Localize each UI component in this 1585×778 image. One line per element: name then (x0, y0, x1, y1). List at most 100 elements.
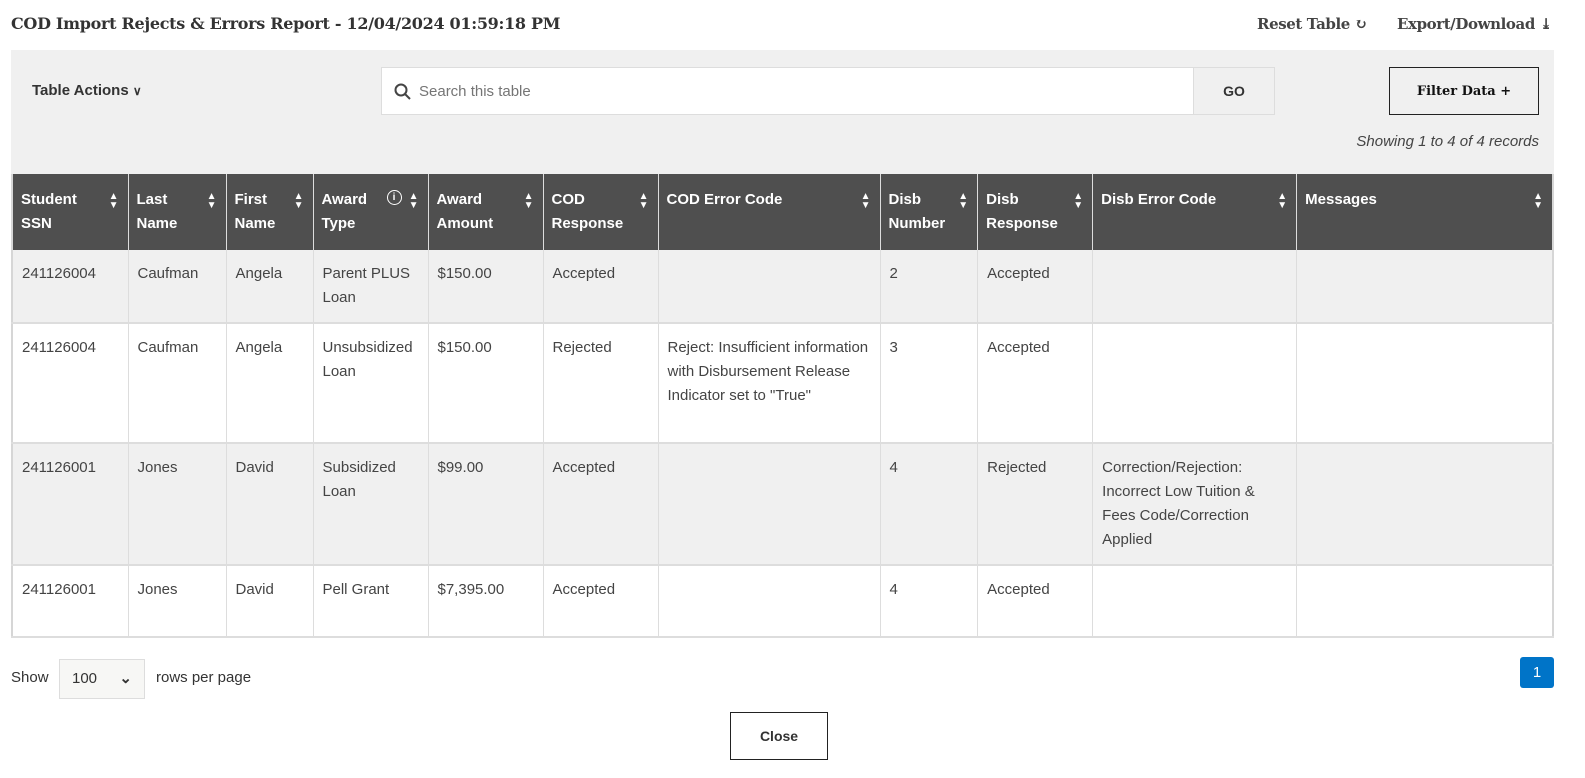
sort-icon[interactable]: ▲ ▼ (639, 192, 649, 211)
table-cell: $7,395.00 (427, 565, 543, 638)
sort-icon[interactable]: ▲ ▼ (1073, 192, 1083, 211)
reset-table-button[interactable]: Reset Table ↻ (1257, 15, 1367, 33)
column-header[interactable]: Disb Number ▲ ▼ (879, 174, 978, 250)
column-header-label: Messages (1305, 191, 1377, 208)
records-count: Showing 1 to 4 of 4 records (1356, 133, 1539, 150)
table-cell: 4 (879, 443, 978, 566)
chevron-down-icon: ⌄ (119, 670, 132, 687)
reset-table-label: Reset Table (1257, 15, 1350, 33)
table-cell: Rejected (542, 323, 658, 444)
rows-per-page-value: 100 (72, 670, 98, 687)
table-cell (1296, 250, 1553, 324)
sort-icon[interactable]: ▲ ▼ (294, 192, 304, 211)
sort-icon[interactable]: ▲ ▼ (1533, 192, 1543, 211)
close-button[interactable]: Close (730, 712, 828, 760)
table-cell: Accepted (542, 565, 658, 638)
column-header-label: COD Response (551, 191, 624, 232)
table-cell: Unsubsidized Loan (312, 323, 428, 444)
table-cell: Pell Grant (312, 565, 428, 638)
reset-icon: ↻ (1354, 15, 1368, 33)
page-title: COD Import Rejects & Errors Report - 12/… (11, 14, 561, 33)
table-cell: Accepted (542, 443, 658, 566)
table-cell (1092, 565, 1297, 638)
search-icon (394, 83, 411, 100)
chevron-down-icon: ∨ (132, 84, 142, 98)
table-cell: 2 (879, 250, 978, 324)
table-cell (1296, 565, 1553, 638)
column-header[interactable]: COD Response ▲ ▼ (542, 174, 658, 250)
rows-per-page-label: rows per page (156, 669, 252, 686)
sort-icon[interactable]: ▲ ▼ (958, 192, 968, 211)
show-label: Show (11, 669, 49, 686)
column-header[interactable]: COD Error Code ▲ ▼ (657, 174, 880, 250)
rows-per-page-select[interactable]: 100 ⌄ (59, 659, 145, 699)
table-cell: Caufman (127, 250, 226, 324)
table-cell (657, 443, 880, 566)
column-header-label: Disb Response (986, 191, 1058, 232)
sort-icon[interactable]: ▲ ▼ (207, 192, 217, 211)
sort-icon[interactable]: ▲ ▼ (861, 192, 871, 211)
table-row: 241126004 Caufman Angela Parent PLUS Loan $1… (11, 250, 1553, 324)
table-cell: Accepted (977, 565, 1093, 638)
table-actions-label: Table Actions (32, 82, 129, 99)
column-header[interactable]: Award Amount ▲ ▼ (427, 174, 543, 250)
table-cell: 241126001 (11, 443, 128, 566)
sort-icon[interactable]: ▲ ▼ (109, 192, 119, 211)
column-header[interactable]: Award Type i ▲ ▼ (312, 174, 428, 250)
table-toolbar: Table Actions ∨ GO Filter Data + Showing… (11, 50, 1554, 174)
table-row: 241126001 Jones David Pell Grant $7,395.00 Ac… (11, 565, 1553, 638)
export-download-button[interactable]: Export/Download ⤓ (1397, 15, 1552, 33)
table-cell: $150.00 (427, 323, 543, 444)
column-header[interactable]: Disb Response ▲ ▼ (977, 174, 1093, 250)
table-cell (1092, 250, 1297, 324)
go-button[interactable]: GO (1193, 67, 1275, 115)
table-cell: Accepted (977, 250, 1093, 324)
pagination-page-1[interactable]: 1 (1520, 657, 1554, 688)
table-cell (1092, 323, 1297, 444)
table-cell (1296, 323, 1553, 444)
column-header[interactable]: Messages ▲ ▼ (1296, 174, 1553, 250)
column-header[interactable]: Student SSN ▲ ▼ (11, 174, 128, 250)
export-label: Export/Download (1397, 15, 1535, 33)
column-header-label: Last Name (136, 191, 178, 232)
table-cell: Rejected (977, 443, 1093, 566)
search-box (381, 67, 1194, 115)
table-cell: Subsidized Loan (312, 443, 428, 566)
table-cell: 241126004 (11, 250, 128, 324)
table-cell: Correction/Rejection: Incorrect Low Tuit… (1092, 443, 1297, 566)
table-cell: $99.00 (427, 443, 543, 566)
info-icon[interactable]: i (386, 190, 402, 205)
column-header[interactable]: First Name ▲ ▼ (225, 174, 313, 250)
sort-icon[interactable]: ▲ ▼ (524, 192, 534, 211)
column-header[interactable]: Last Name ▲ ▼ (127, 174, 226, 250)
table-cell: 241126001 (11, 565, 128, 638)
column-header-label: Award Type (321, 191, 368, 232)
column-header-label: Disb Error Code (1101, 191, 1217, 208)
table-cell: Parent PLUS Loan (312, 250, 428, 324)
table-cell (1296, 443, 1553, 566)
table-cell: Jones (127, 443, 226, 566)
sort-icon[interactable]: ▲ ▼ (409, 192, 419, 211)
table-cell: David (225, 443, 313, 566)
sort-icon[interactable]: ▲ ▼ (1277, 192, 1287, 211)
column-header-label: COD Error Code (666, 191, 783, 208)
table-cell: 241126004 (11, 323, 128, 444)
filter-data-button[interactable]: Filter Data + (1389, 67, 1539, 115)
table-cell: Accepted (977, 323, 1093, 444)
table-actions-dropdown[interactable]: Table Actions ∨ (32, 82, 142, 99)
table-cell (657, 250, 880, 324)
table-cell (657, 565, 880, 638)
table-row: 241126001 Jones David Subsidized Loan $99.00… (11, 443, 1553, 566)
table-cell: Jones (127, 565, 226, 638)
table-cell: 4 (879, 565, 978, 638)
table-cell: David (225, 565, 313, 638)
table-cell: 3 (879, 323, 978, 444)
search-input[interactable] (419, 82, 1179, 100)
column-header[interactable]: Disb Error Code ▲ ▼ (1092, 174, 1297, 250)
data-table: Student SSN ▲ ▼ Last Name ▲ ▼ First Name ▲ ▼ Awar… (11, 174, 1554, 638)
table-cell: $150.00 (427, 250, 543, 324)
column-header-label: Award Amount (436, 191, 494, 232)
table-row: 241126004 Caufman Angela Unsubsidized Loan $… (11, 323, 1553, 444)
table-cell: Reject: Insufficient information with Di… (657, 323, 880, 444)
table-cell: Accepted (542, 250, 658, 324)
